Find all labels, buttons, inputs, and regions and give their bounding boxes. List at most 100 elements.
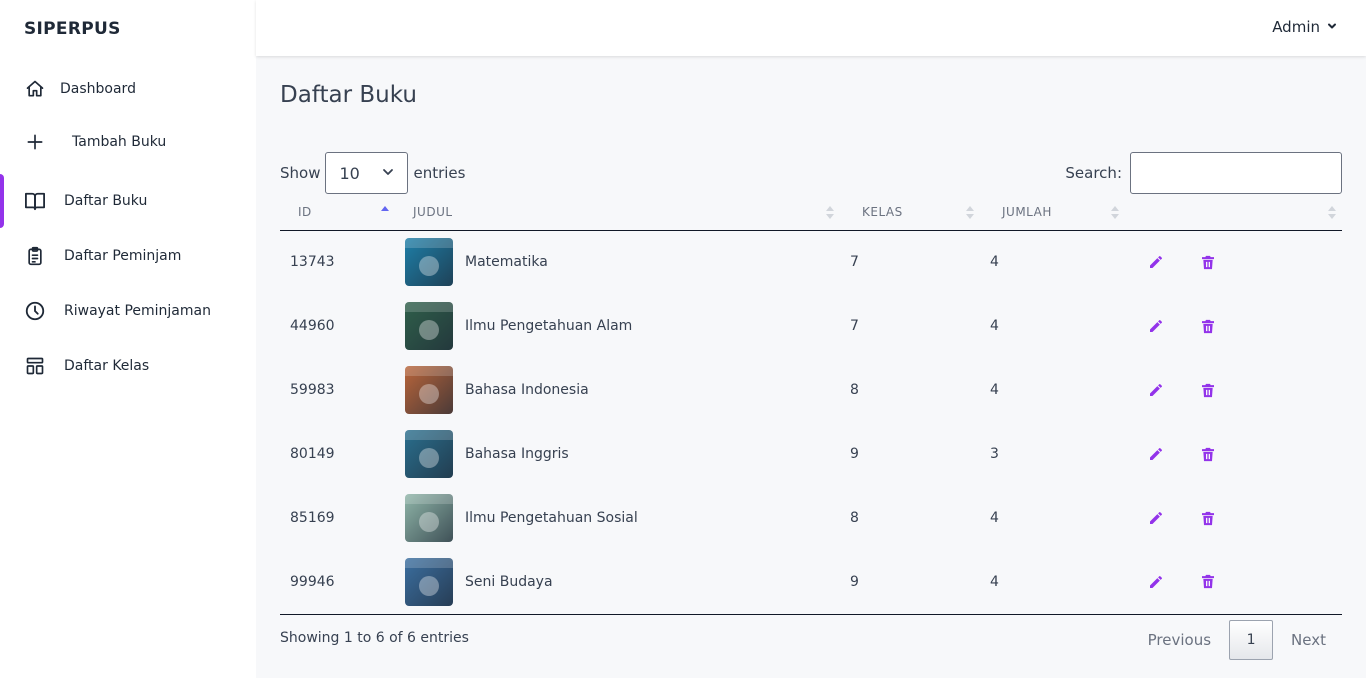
entries-label: entries	[413, 164, 466, 182]
sidebar-item-label: Dashboard	[60, 81, 136, 97]
table-row: 13743 Matematika 7 4	[280, 230, 1342, 294]
sidebar-item-daftar-kelas[interactable]: Daftar Kelas	[0, 339, 256, 393]
sort-ascending-icon	[381, 206, 389, 220]
pencil-icon[interactable]	[1145, 379, 1167, 401]
clock-icon	[24, 300, 46, 322]
pencil-icon[interactable]	[1145, 315, 1167, 337]
clipboard-list-icon	[24, 245, 46, 267]
search-label: Search:	[1065, 164, 1122, 182]
cell-id: 59983	[290, 382, 335, 398]
sidebar-item-label: Daftar Buku	[64, 193, 148, 209]
cell-kelas: 7	[850, 254, 859, 271]
entries-select[interactable]: 10	[325, 152, 409, 194]
column-header-judul[interactable]: JUDUL	[395, 194, 840, 231]
cell-id: 99946	[280, 550, 395, 615]
cell-judul: Seni Budaya	[465, 573, 553, 590]
cell-id: 44960	[290, 318, 335, 334]
template-icon	[24, 355, 46, 377]
page-1-button[interactable]: 1	[1229, 620, 1274, 660]
cell-jumlah: 4	[980, 550, 1125, 615]
user-menu[interactable]: Admin	[1272, 18, 1338, 36]
main-content: Daftar Buku Show 10 entries Search: ID J…	[256, 56, 1366, 678]
table-row: 44960 Ilmu Pengetahuan Alam 7 4	[280, 294, 1342, 358]
search-input[interactable]	[1130, 152, 1342, 194]
trash-icon[interactable]	[1197, 315, 1219, 337]
top-bar: Admin	[256, 0, 1366, 56]
column-header-jumlah[interactable]: JUMLAH	[980, 194, 1125, 231]
sidebar-item-label: Daftar Peminjam	[64, 248, 182, 264]
table-row: 99946 Seni Budaya 9 4	[280, 550, 1342, 615]
cell-judul: Bahasa Inggris	[465, 446, 569, 462]
cell-id: 13743	[290, 254, 335, 271]
book-cover-image	[405, 302, 453, 350]
sidebar-item-label: Tambah Buku	[72, 134, 167, 150]
cell-id: 85169	[290, 510, 335, 526]
sidebar-item-daftar-buku[interactable]: Daftar Buku	[0, 174, 256, 228]
cell-kelas: 9	[840, 550, 980, 615]
search-control: Search:	[1065, 152, 1342, 194]
trash-icon[interactable]	[1197, 443, 1219, 465]
pencil-icon[interactable]	[1145, 507, 1167, 529]
trash-icon[interactable]	[1197, 251, 1219, 273]
page-title: Daftar Buku	[280, 82, 417, 108]
chevron-down-icon	[1326, 18, 1338, 36]
cell-judul: Ilmu Pengetahuan Sosial	[465, 510, 638, 526]
table-header-row: ID JUDUL KELAS JUMLAH	[280, 194, 1342, 231]
sort-icon	[1328, 206, 1336, 220]
trash-icon[interactable]	[1197, 507, 1219, 529]
previous-page-button[interactable]: Previous	[1132, 620, 1227, 660]
table-row: 80149 Bahasa Inggris 9 3	[280, 422, 1342, 486]
pencil-icon[interactable]	[1145, 251, 1167, 273]
cell-id: 80149	[290, 446, 335, 462]
brand-logo[interactable]: SIPERPUS	[24, 19, 121, 39]
user-name: Admin	[1272, 18, 1320, 36]
cell-judul: Ilmu Pengetahuan Alam	[465, 318, 633, 334]
pagination: Previous 1 Next	[1132, 620, 1342, 660]
book-open-icon	[24, 190, 46, 212]
book-cover-image	[405, 238, 453, 287]
cell-kelas: 7	[850, 318, 859, 334]
cell-kelas: 8	[850, 382, 859, 398]
sort-icon	[1111, 206, 1119, 220]
books-table: ID JUDUL KELAS JUMLAH 13743 Matematika 7…	[280, 194, 1342, 615]
book-cover-image	[405, 366, 453, 414]
cell-jumlah: 4	[990, 382, 999, 398]
cell-kelas: 9	[850, 446, 859, 462]
sidebar-item-label: Daftar Kelas	[64, 358, 150, 374]
sidebar-item-daftar-peminjam[interactable]: Daftar Peminjam	[0, 229, 256, 283]
book-cover-image	[405, 430, 453, 478]
pencil-icon[interactable]	[1145, 571, 1167, 593]
plus-icon	[24, 131, 46, 153]
home-icon	[24, 78, 46, 100]
sidebar-item-label: Riwayat Peminjaman	[64, 303, 211, 319]
column-header-kelas[interactable]: KELAS	[840, 194, 980, 231]
show-label: Show	[280, 164, 321, 182]
pencil-icon[interactable]	[1145, 443, 1167, 465]
next-page-button[interactable]: Next	[1275, 620, 1342, 660]
trash-icon[interactable]	[1197, 571, 1219, 593]
column-header-actions[interactable]	[1125, 194, 1342, 231]
cell-judul: Bahasa Indonesia	[465, 382, 589, 398]
book-cover-image	[405, 494, 453, 542]
sidebar-item-riwayat-peminjaman[interactable]: Riwayat Peminjaman	[0, 284, 256, 338]
table-row: 85169 Ilmu Pengetahuan Sosial 8 4	[280, 486, 1342, 550]
book-cover-image	[405, 557, 453, 606]
cell-jumlah: 3	[990, 446, 999, 462]
entries-control: Show 10 entries	[280, 152, 465, 194]
sort-icon	[966, 206, 974, 220]
table-info: Showing 1 to 6 of 6 entries	[280, 630, 469, 646]
sidebar-item-dashboard[interactable]: Dashboard	[0, 62, 256, 116]
cell-jumlah: 4	[990, 254, 999, 271]
cell-jumlah: 4	[990, 318, 999, 334]
sidebar: SIPERPUS Dashboard Tambah Buku Daftar Bu…	[0, 0, 256, 678]
entries-select-value: 10	[339, 163, 360, 183]
cell-jumlah: 4	[990, 510, 999, 526]
sidebar-item-tambah-buku[interactable]: Tambah Buku	[0, 115, 256, 169]
table-row: 59983 Bahasa Indonesia 8 4	[280, 358, 1342, 422]
cell-judul: Matematika	[465, 254, 548, 271]
cell-kelas: 8	[850, 510, 859, 526]
sort-icon	[826, 206, 834, 220]
column-header-id[interactable]: ID	[280, 194, 395, 231]
trash-icon[interactable]	[1197, 379, 1219, 401]
chevron-down-icon	[381, 164, 395, 183]
